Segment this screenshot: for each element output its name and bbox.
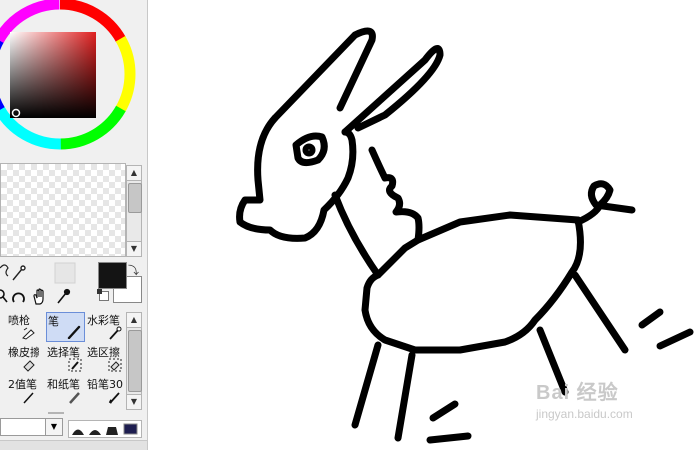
scroll-down-icon[interactable]: ▼ [127, 241, 141, 256]
scroll-thumb[interactable] [128, 183, 142, 213]
front-leg-1-stroke [351, 341, 382, 429]
brush-shape-icons [72, 423, 138, 435]
rump-belly-stroke [361, 216, 584, 354]
eraser-icon [23, 360, 35, 372]
motion-line-3 [638, 308, 664, 329]
tool-panel: ▲ ▼ ⤵ 喷枪 笔 水彩笔 橡皮擦 选择笔 选区擦 2值笔 和纸笔 铅笔30 … [0, 0, 147, 450]
washi-pen-icon [69, 392, 80, 404]
motion-line-4 [656, 328, 694, 350]
scratch-scrollbar[interactable]: ▲ ▼ [126, 165, 142, 257]
scroll-down-icon[interactable]: ▼ [127, 394, 141, 409]
zoom-icon[interactable] [0, 289, 8, 303]
select-pen-icon [68, 358, 82, 372]
hind-leg-2-stroke [571, 271, 629, 354]
scratch-pad[interactable] [0, 163, 126, 257]
saturation-value-square[interactable] [10, 32, 96, 118]
tool-scrollbar[interactable]: ▲ ▼ [126, 312, 142, 410]
tool-airbrush[interactable]: 喷枪 [0, 312, 39, 342]
drawing-canvas[interactable]: Bai 经验 jingyan.baidu.com [148, 0, 700, 450]
tool-select-eraser[interactable]: 选区擦 [86, 344, 125, 374]
watermark-brand: Bai 经验 [536, 382, 619, 404]
hand-icon[interactable] [33, 288, 44, 305]
reset-colors-icon[interactable] [97, 289, 109, 301]
pencil-icon [108, 392, 120, 404]
chevron-down-icon[interactable]: ▼ [45, 418, 63, 436]
pen-icon [67, 325, 81, 339]
magic-wand-icon[interactable] [0, 264, 9, 277]
scroll-up-icon[interactable]: ▲ [127, 313, 141, 328]
color-picker-icon[interactable] [57, 288, 71, 304]
tool-icons [0, 262, 76, 305]
scroll-thumb[interactable] [128, 330, 142, 392]
tail-stroke [574, 180, 636, 226]
watercolor-icon [109, 326, 122, 340]
swap-colors-icon[interactable]: ⤵ [128, 262, 139, 278]
motion-line-1 [429, 400, 459, 422]
airbrush-icon [22, 327, 35, 340]
tool-eraser[interactable]: 橡皮擦 [0, 344, 39, 374]
eyedropper-small-icon[interactable] [12, 265, 26, 281]
motion-line-2 [426, 432, 472, 444]
panel-splitter[interactable] [48, 412, 64, 414]
rotate-icon[interactable] [12, 292, 25, 303]
scroll-up-icon[interactable]: ▲ [127, 166, 141, 181]
color-wheel[interactable] [0, 0, 147, 160]
binary-pen-icon [23, 392, 34, 404]
tool-pencil[interactable]: 铅笔30 [86, 376, 125, 406]
select-eraser-icon [108, 358, 122, 372]
neck-back-stroke [331, 191, 582, 279]
tool-washi-pen[interactable]: 和纸笔 [46, 376, 85, 406]
eye-pupil [302, 143, 316, 157]
bottom-panel-strip [0, 440, 147, 450]
tool-select-pen[interactable]: 选择笔 [46, 344, 85, 374]
tool-label: 笔 [48, 315, 59, 328]
empty-tool-slot [54, 262, 76, 284]
left-ear-stroke [271, 27, 376, 122]
brush-tool-grid: 喷枪 笔 水彩笔 橡皮擦 选择笔 选区擦 2值笔 和纸笔 铅笔30 [0, 312, 124, 407]
foreground-color-swatch[interactable] [98, 262, 127, 289]
watermark-url: jingyan.baidu.com [536, 407, 633, 421]
tool-binary-pen[interactable]: 2值笔 [0, 376, 39, 406]
brush-shape-selector[interactable] [68, 420, 142, 438]
tool-pen[interactable]: 笔 [46, 312, 85, 342]
mane-stroke [368, 146, 423, 244]
watermark: Bai 经验 jingyan.baidu.com [536, 376, 633, 421]
front-leg-2-stroke [394, 351, 416, 442]
tool-watercolor[interactable]: 水彩笔 [86, 312, 125, 342]
head-stroke [236, 114, 357, 242]
